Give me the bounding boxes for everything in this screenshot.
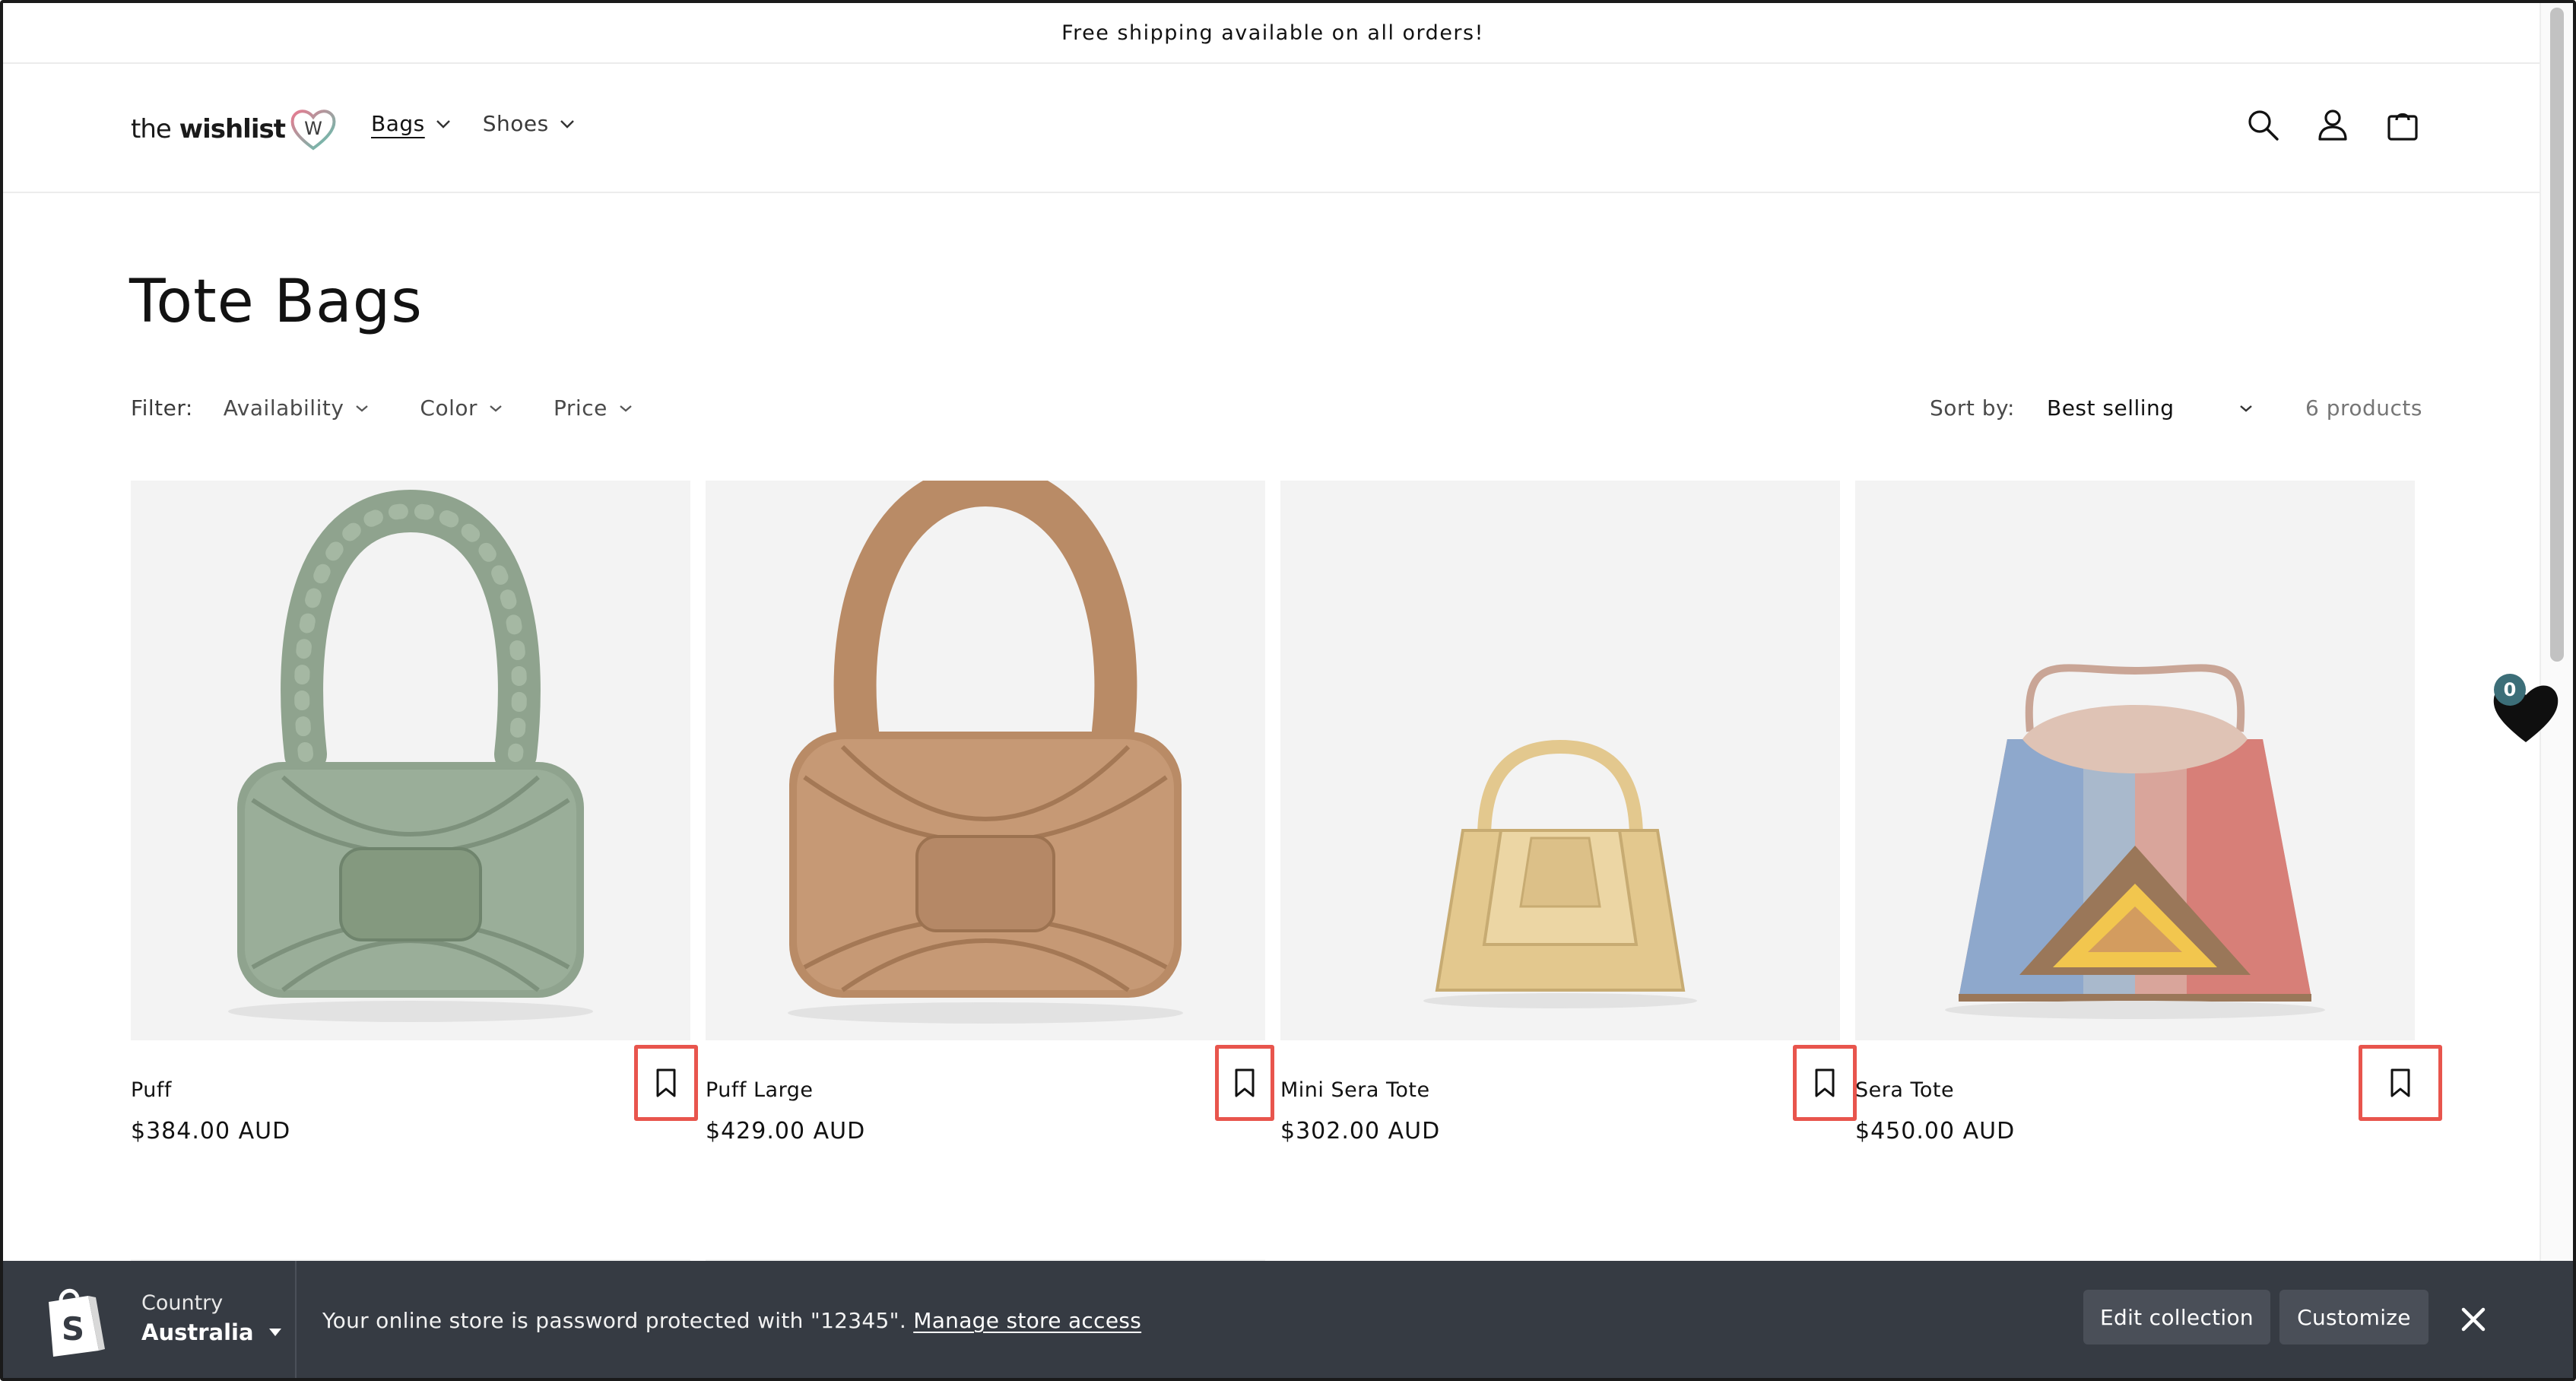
header-icons <box>2244 106 2421 143</box>
bookmark-icon <box>2390 1068 2410 1097</box>
nav-item-shoes[interactable]: Shoes <box>483 111 575 136</box>
filter-color[interactable]: Color <box>420 395 503 421</box>
product-price: $384.00 AUD <box>131 1118 291 1144</box>
product-name[interactable]: Puff Large <box>706 1078 813 1102</box>
product-image[interactable] <box>706 463 1265 1040</box>
filter-price-label: Price <box>554 395 608 421</box>
cart-icon <box>2387 113 2418 141</box>
sort-label: Sort by: <box>1929 395 2015 421</box>
product-price: $429.00 AUD <box>706 1118 866 1144</box>
account-icon <box>2318 110 2347 141</box>
caret-down-icon <box>268 1329 281 1336</box>
country-value: Australia <box>141 1319 254 1345</box>
cart-button[interactable] <box>2384 106 2421 143</box>
logo-heart-icon: W <box>290 110 336 151</box>
scrollbar-thumb[interactable] <box>2550 8 2564 662</box>
wishlist-count-badge: 0 <box>2494 674 2526 706</box>
country-selector: Country Australia <box>141 1291 283 1345</box>
manage-store-access-link[interactable]: Manage store access <box>913 1308 1141 1333</box>
product-image[interactable] <box>1280 481 1840 1040</box>
product-image[interactable] <box>131 481 690 1040</box>
product-image[interactable] <box>1855 481 2415 1040</box>
filter-price[interactable]: Price <box>554 395 633 421</box>
chevron-down-icon <box>2240 405 2252 412</box>
search-icon <box>2248 110 2279 141</box>
product-name[interactable]: Mini Sera Tote <box>1280 1078 1430 1102</box>
filter-label: Filter: <box>131 395 193 421</box>
sort-select[interactable]: Best selling <box>2047 395 2254 421</box>
bookmark-icon <box>1235 1068 1255 1097</box>
filter-availability-label: Availability <box>223 395 344 421</box>
svg-text:W: W <box>304 118 322 139</box>
announcement-bar: Free shipping available on all orders! <box>3 3 2543 64</box>
bag-illustration <box>788 463 1183 1024</box>
bookmark-button[interactable] <box>634 1045 698 1121</box>
product-card: Puff Large $429.00 AUD <box>706 463 1274 1150</box>
product-name[interactable]: Sera Tote <box>1855 1078 1954 1102</box>
bag-illustration <box>228 489 593 1022</box>
bookmark-button[interactable] <box>2359 1045 2442 1121</box>
country-dropdown[interactable]: Australia <box>141 1319 283 1345</box>
nav-item-label: Bags <box>371 111 425 136</box>
filter-availability[interactable]: Availability <box>224 395 370 421</box>
sort-bar: Sort by: Best selling 6 products <box>1930 395 2422 421</box>
store-logo[interactable]: the wishlist W <box>131 106 337 152</box>
product-price: $450.00 AUD <box>1855 1118 2016 1144</box>
main-nav: Bags Shoes <box>371 111 575 136</box>
page-title: Tote Bags <box>129 268 423 336</box>
site-header: the wishlist W Bags Shoes <box>3 64 2543 193</box>
product-card: Puff $384.00 AUD <box>131 481 698 1150</box>
bag-illustration <box>1423 739 1697 1008</box>
search-button[interactable] <box>2244 106 2281 143</box>
chevron-down-icon <box>620 405 632 411</box>
edit-collection-button[interactable]: Edit collection <box>2083 1290 2270 1344</box>
logo-text: the wishlist <box>131 114 286 144</box>
product-name[interactable]: Puff <box>131 1078 172 1102</box>
product-card: Sera Tote $450.00 AUD <box>1855 481 2442 1150</box>
bookmark-icon <box>656 1068 676 1097</box>
filter-color-label: Color <box>420 395 478 421</box>
browser-frame: Free shipping available on all orders! t… <box>0 0 2576 1381</box>
bookmark-button[interactable] <box>1793 1045 1857 1121</box>
bookmark-icon <box>1815 1068 1835 1097</box>
chevron-down-icon <box>560 119 574 129</box>
product-price: $302.00 AUD <box>1280 1118 1441 1144</box>
divider <box>295 1261 297 1378</box>
password-message-text: Your online store is password protected … <box>322 1308 907 1333</box>
chevron-down-icon <box>356 405 369 411</box>
nav-item-bags[interactable]: Bags <box>371 111 451 136</box>
account-button[interactable] <box>2314 106 2351 143</box>
bookmark-button[interactable] <box>1215 1045 1274 1121</box>
filter-bar: Filter: Availability Color Price <box>131 395 684 421</box>
bag-illustration <box>1945 664 2325 1019</box>
nav-item-label: Shoes <box>482 111 549 136</box>
product-card: Mini Sera Tote $302.00 AUD <box>1280 481 1857 1150</box>
svg-text:S: S <box>62 1310 84 1348</box>
product-count: 6 products <box>2305 395 2422 421</box>
country-label: Country <box>141 1291 224 1315</box>
shopify-bag-icon: S <box>49 1288 105 1357</box>
admin-bar: S Country Australia Your online store is… <box>3 1261 2573 1378</box>
close-icon[interactable] <box>2454 1300 2492 1338</box>
password-message: Your online store is password protected … <box>322 1308 1141 1333</box>
chevron-down-icon <box>436 119 450 129</box>
customize-button[interactable]: Customize <box>2279 1290 2428 1344</box>
sort-value: Best selling <box>2047 395 2175 421</box>
chevron-down-icon <box>490 405 502 411</box>
